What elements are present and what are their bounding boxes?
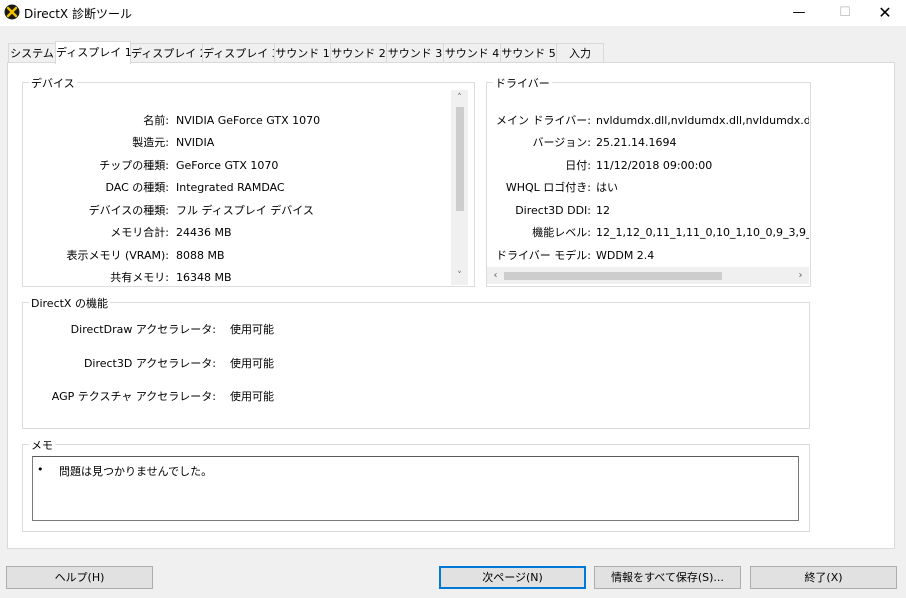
driver-row-whql: WHQL ロゴ付き: はい [487, 180, 809, 196]
tab-display-1[interactable]: ディスプレイ 1 [55, 41, 132, 64]
driver-row-date: 日付: 11/12/2018 09:00:00 [487, 158, 809, 174]
driver-row-driver-model: ドライバー モデル: WDDM 2.4 [487, 248, 809, 264]
directx-row-directdraw: DirectDraw アクセラレータ: 使用可能 [0, 322, 906, 338]
help-button[interactable]: ヘルプ(H) [6, 566, 153, 589]
driver-value: 25.21.14.1694 [596, 136, 677, 149]
directx-row-direct3d: Direct3D アクセラレータ: 使用可能 [0, 356, 906, 372]
device-group-title: デバイス [29, 75, 77, 91]
driver-value: WDDM 2.4 [596, 249, 655, 262]
directx-value: 使用可能 [230, 357, 274, 370]
tab-sound-2[interactable]: サウンド 2 [330, 43, 387, 62]
exit-button[interactable]: 終了(X) [750, 566, 897, 589]
directx-app-icon [4, 4, 20, 20]
scroll-left-icon[interactable]: ‹ [487, 267, 504, 284]
directx-value: 使用可能 [230, 323, 274, 336]
driver-row-version: バージョン: 25.21.14.1694 [487, 135, 809, 151]
scrollbar-thumb[interactable] [504, 272, 722, 280]
device-value: NVIDIA [176, 136, 215, 149]
driver-value: はい [596, 181, 618, 194]
device-value: 24436 MB [176, 226, 232, 239]
device-key: 製造元: [132, 136, 169, 149]
minimize-button[interactable]: — [776, 0, 822, 26]
device-value: GeForce GTX 1070 [176, 159, 279, 172]
driver-row-feature-levels: 機能レベル: 12_1,12_0,11_1,11_0,10_1,10_0,9_3… [487, 225, 809, 241]
device-value: 8088 MB [176, 249, 225, 262]
device-value: NVIDIA GeForce GTX 1070 [176, 114, 321, 127]
scrollbar-thumb[interactable] [456, 107, 464, 211]
notes-group-title: メモ [29, 437, 55, 453]
device-value: フル ディスプレイ デバイス [176, 204, 314, 217]
device-key: 共有メモリ: [110, 271, 169, 284]
directx-key: DirectDraw アクセラレータ: [70, 323, 216, 336]
notes-text: 問題は見つかりませんでした。 [59, 465, 213, 478]
notes-textbox[interactable]: • 問題は見つかりませんでした。 [32, 456, 799, 521]
device-value: 16348 MB [176, 271, 232, 284]
driver-value: 12 [596, 204, 610, 217]
driver-key: メイン ドライバー: [496, 114, 591, 127]
title-bar: DirectX 診断ツール — ☐ ✕ [0, 0, 906, 26]
device-key: メモリ合計: [110, 226, 169, 239]
directx-value: 使用可能 [230, 390, 274, 403]
tab-system[interactable]: システム [8, 43, 56, 62]
driver-value: 11/12/2018 09:00:00 [596, 159, 713, 172]
tab-sound-3[interactable]: サウンド 3 [386, 43, 444, 62]
device-vertical-scrollbar[interactable]: ˄ ˅ [451, 90, 468, 285]
driver-value: nvldumdx.dll,nvldumdx.dll,nvldumdx.dll, [596, 114, 809, 127]
tab-sound-1[interactable]: サウンド 1 [274, 43, 331, 62]
tab-display-3[interactable]: ディスプレイ 3 [202, 43, 279, 62]
driver-horizontal-scrollbar[interactable]: ‹ › [487, 267, 809, 284]
tab-display-2[interactable]: ディスプレイ 2 [130, 43, 207, 62]
driver-group-title: ドライバー [493, 75, 552, 91]
tab-input[interactable]: 入力 [556, 43, 604, 62]
device-key: 表示メモリ (VRAM): [66, 249, 169, 262]
driver-key: バージョン: [532, 136, 592, 149]
driver-info-list: メイン ドライバー: nvldumdx.dll,nvldumdx.dll,nvl… [487, 100, 809, 267]
driver-key: ドライバー モデル: [496, 249, 591, 262]
device-value: Integrated RAMDAC [176, 181, 285, 194]
scroll-right-icon[interactable]: › [792, 267, 809, 284]
tab-sound-4[interactable]: サウンド 4 [443, 43, 501, 62]
next-page-button[interactable]: 次ページ(N) [439, 566, 586, 589]
driver-key: 機能レベル: [532, 226, 591, 239]
close-button[interactable]: ✕ [862, 0, 906, 26]
save-all-info-button[interactable]: 情報をすべて保存(S)... [594, 566, 741, 589]
driver-key: Direct3D DDI: [515, 204, 591, 217]
device-key: チップの種類: [99, 159, 169, 172]
tab-sound-5[interactable]: サウンド 5 [500, 43, 557, 62]
directx-features-title: DirectX の機能 [29, 295, 110, 311]
driver-row-d3d-ddi: Direct3D DDI: 12 [487, 203, 809, 219]
driver-row-main-driver: メイン ドライバー: nvldumdx.dll,nvldumdx.dll,nvl… [487, 113, 809, 129]
driver-key: 日付: [565, 159, 591, 172]
scroll-up-icon[interactable]: ˄ [451, 90, 468, 107]
directx-key: Direct3D アクセラレータ: [83, 357, 216, 370]
device-key: デバイスの種類: [88, 204, 169, 217]
directx-key: AGP テクスチャ アクセラレータ: [51, 390, 216, 403]
driver-value: 12_1,12_0,11_1,11_0,10_1,10_0,9_3,9_2,9_… [596, 226, 809, 239]
notes-bullet: • [37, 463, 44, 476]
window-title: DirectX 診断ツール [24, 7, 132, 21]
directx-row-agp: AGP テクスチャ アクセラレータ: 使用可能 [0, 389, 906, 405]
driver-key: WHQL ロゴ付き: [505, 181, 591, 194]
device-key: 名前: [143, 114, 169, 127]
scroll-down-icon[interactable]: ˅ [451, 268, 468, 285]
device-key: DAC の種類: [105, 181, 170, 194]
